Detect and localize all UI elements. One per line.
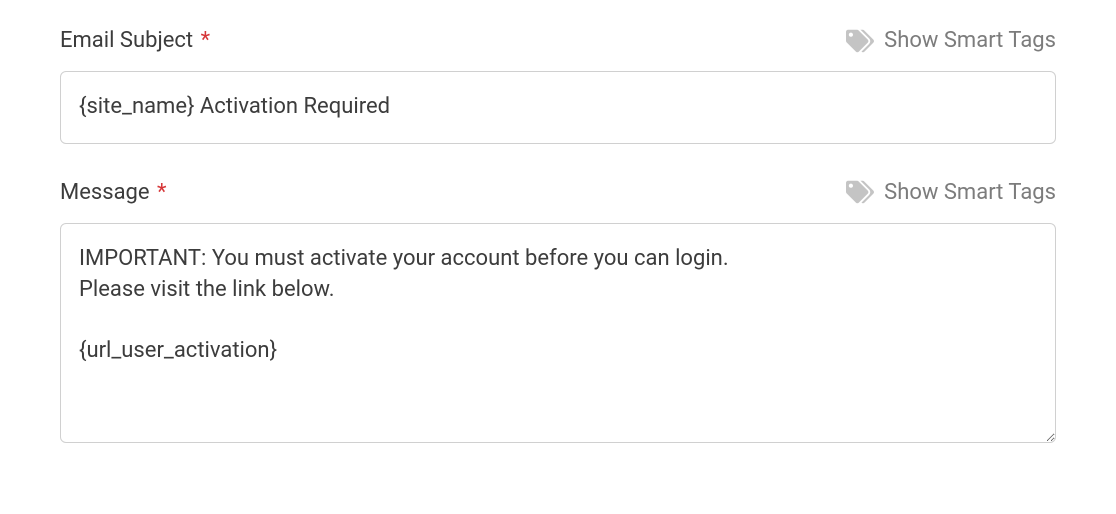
message-group: Message * Show Smart Tags — [60, 180, 1056, 447]
tag-icon — [846, 180, 874, 204]
show-smart-tags-message[interactable]: Show Smart Tags — [846, 180, 1056, 205]
email-subject-label-row: Email Subject * Show Smart Tags — [60, 28, 1056, 53]
email-subject-label: Email Subject * — [60, 28, 210, 53]
message-label: Message * — [60, 180, 167, 205]
message-label-text: Message — [60, 180, 150, 205]
tag-icon — [846, 29, 874, 53]
email-subject-label-text: Email Subject — [60, 28, 193, 53]
message-label-row: Message * Show Smart Tags — [60, 180, 1056, 205]
message-textarea[interactable] — [60, 223, 1056, 443]
show-smart-tags-subject-label: Show Smart Tags — [884, 28, 1056, 53]
email-subject-input[interactable] — [60, 71, 1056, 144]
show-smart-tags-subject[interactable]: Show Smart Tags — [846, 28, 1056, 53]
required-indicator: * — [201, 28, 210, 53]
email-subject-group: Email Subject * Show Smart Tags — [60, 28, 1056, 144]
required-indicator: * — [157, 180, 166, 205]
show-smart-tags-message-label: Show Smart Tags — [884, 180, 1056, 205]
